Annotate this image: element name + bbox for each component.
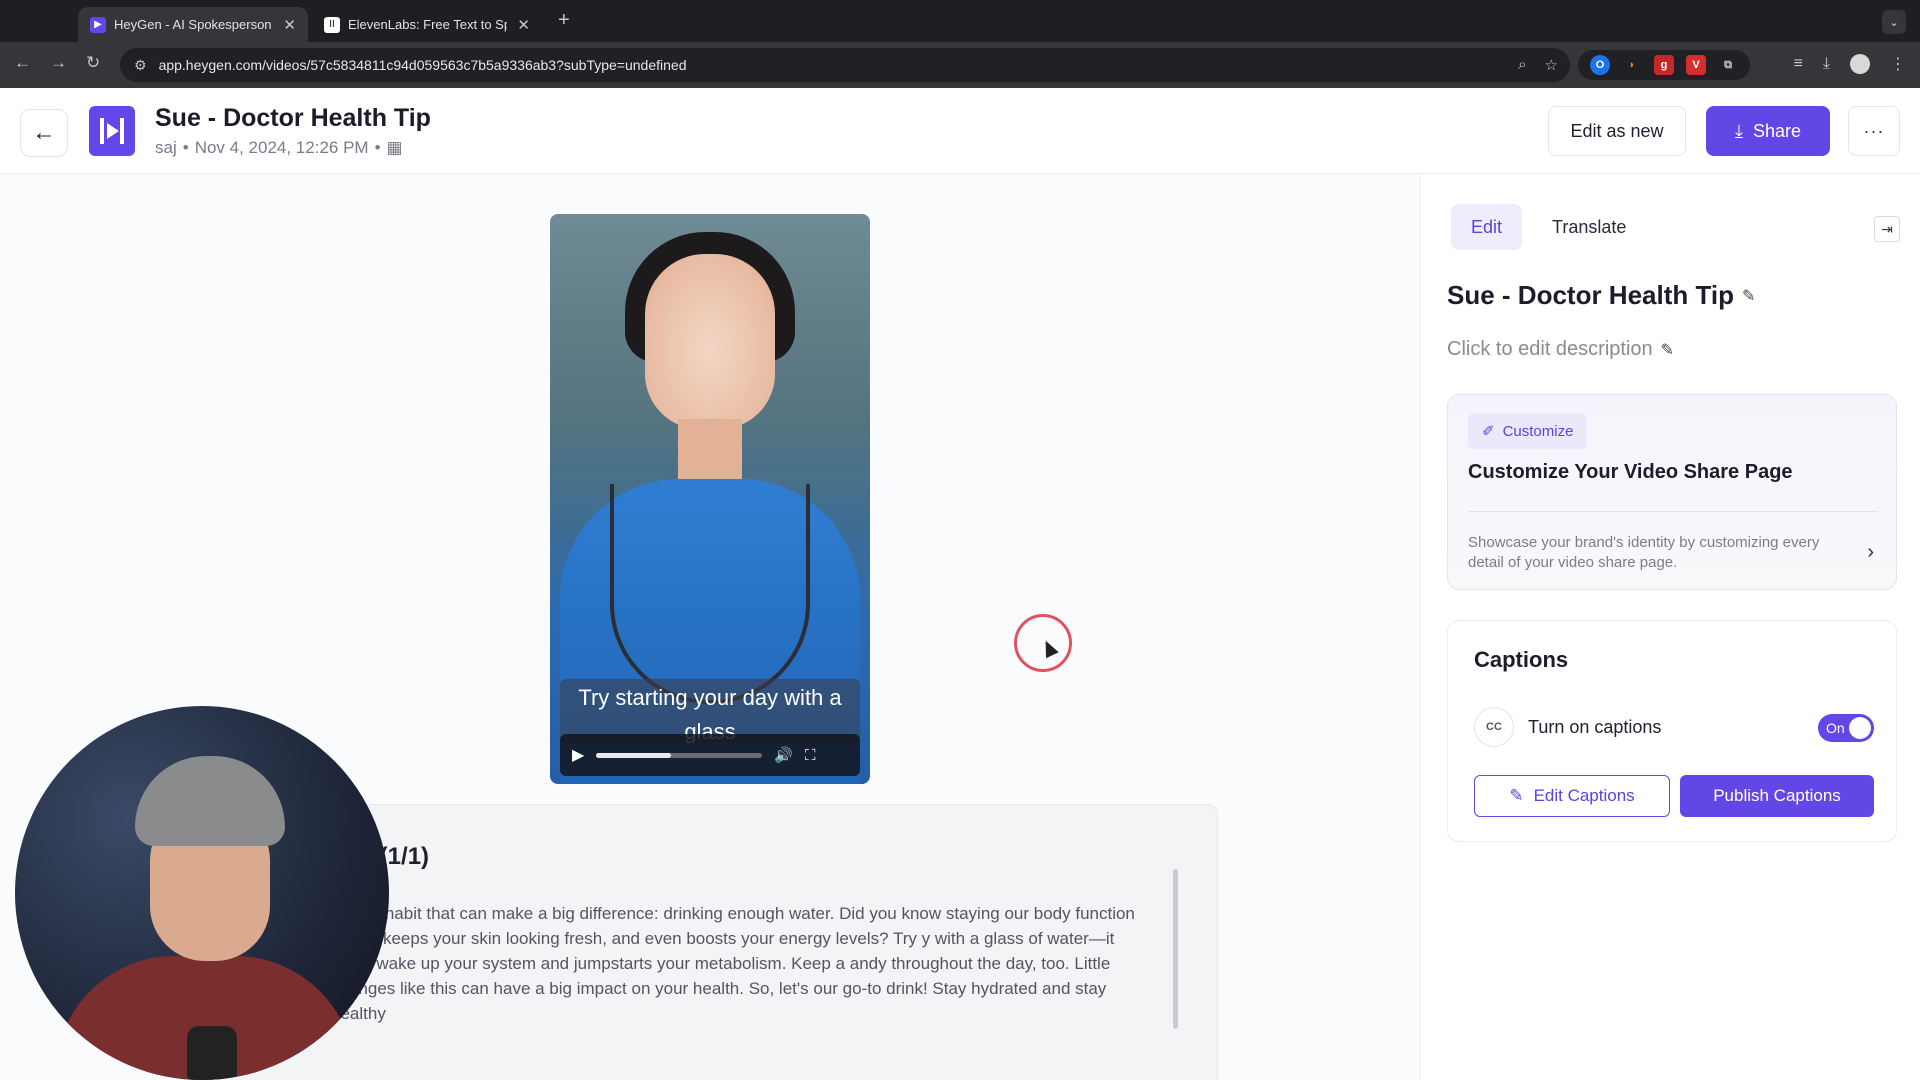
- customize-badge-label: Customize: [1502, 422, 1574, 440]
- created-date: Nov 4, 2024, 12:26 PM: [194, 138, 369, 157]
- author-name: saj: [155, 138, 177, 157]
- film-icon: ▦: [386, 138, 403, 157]
- panel-tabs: Edit Translate: [1451, 204, 1646, 250]
- tab-close-icon[interactable]: ✕: [517, 16, 530, 34]
- heygen-logo-icon: [89, 106, 135, 156]
- more-options-button[interactable]: ···: [1848, 106, 1900, 156]
- profile-avatar[interactable]: [1850, 54, 1870, 74]
- captions-toggle[interactable]: On: [1818, 714, 1874, 742]
- publish-captions-button[interactable]: Publish Captions: [1680, 775, 1874, 817]
- media-controls-icon[interactable]: ≡: [1794, 55, 1803, 73]
- tab-search-chevron-icon[interactable]: ⌄: [1882, 10, 1906, 34]
- extensions-puzzle-icon[interactable]: ⧉: [1718, 55, 1738, 75]
- tab-translate[interactable]: Translate: [1532, 204, 1646, 250]
- browser-tab-elevenlabs[interactable]: II ElevenLabs: Free Text to Speech ✕: [312, 7, 542, 42]
- volume-icon[interactable]: 🔊: [774, 746, 793, 764]
- customize-share-page-card[interactable]: ✐ Customize Customize Your Video Share P…: [1447, 394, 1897, 590]
- tab-close-icon[interactable]: ✕: [283, 16, 296, 34]
- download-icon: ⤓: [1734, 120, 1743, 141]
- video-controls: ▶ 🔊 ⛶: [560, 734, 860, 776]
- customize-description: Showcase your brand's identity by custom…: [1468, 534, 1820, 571]
- fullscreen-icon[interactable]: ⛶: [805, 747, 816, 764]
- back-arrow-icon[interactable]: ←: [14, 53, 31, 73]
- app-header: ← Sue - Doctor Health Tip saj • Nov 4, 2…: [0, 88, 1920, 174]
- video-progress-fill: [596, 752, 671, 758]
- video-player[interactable]: Try starting your day with a glass ▶ 🔊 ⛶: [550, 214, 870, 784]
- extensions-tray: O ◗ g V ⧉: [1578, 50, 1750, 80]
- heygen-favicon-icon: ▶: [90, 16, 106, 33]
- transcript-scrollbar[interactable]: [1173, 869, 1178, 1029]
- transcript-text: simple habit that can make a big differe…: [331, 904, 1135, 1023]
- divider: [1468, 511, 1878, 512]
- back-button[interactable]: ←: [20, 109, 68, 157]
- browser-menu-icon[interactable]: ⋮: [1890, 54, 1906, 74]
- edit-captions-button[interactable]: ✎ Edit Captions: [1474, 775, 1670, 817]
- presenter-webcam-overlay: [15, 706, 389, 1080]
- tab-title: ElevenLabs: Free Text to Speech: [348, 17, 507, 32]
- closed-captions-icon: CC: [1474, 707, 1514, 747]
- logo-mark-icon: [100, 118, 124, 144]
- new-tab-button[interactable]: +: [558, 9, 570, 32]
- panel-title-text: Sue - Doctor Health Tip: [1447, 280, 1734, 310]
- forward-arrow-icon[interactable]: →: [50, 53, 67, 73]
- edit-square-icon: ✎: [1509, 786, 1524, 805]
- tab-title: HeyGen - AI Spokesperson Video: [114, 17, 273, 32]
- edit-captions-label: Edit Captions: [1533, 786, 1635, 805]
- customize-heading: Customize Your Video Share Page: [1468, 461, 1793, 483]
- bookmark-star-icon[interactable]: ☆: [1545, 56, 1558, 74]
- chevron-right-icon[interactable]: ›: [1867, 541, 1874, 564]
- captions-toggle-row: CC Turn on captions On: [1474, 707, 1874, 747]
- site-settings-icon[interactable]: ⚙: [134, 57, 147, 74]
- edit-as-new-button[interactable]: Edit as new: [1548, 106, 1686, 156]
- password-manager-extension-icon[interactable]: O: [1590, 55, 1610, 75]
- video-frame: [645, 254, 775, 429]
- vidiq-extension-icon[interactable]: V: [1686, 55, 1706, 75]
- webcam-frame: [135, 756, 285, 846]
- description-placeholder: Click to edit description: [1447, 338, 1653, 360]
- meta-dot: •: [374, 138, 381, 157]
- meta-dot: •: [182, 138, 189, 157]
- tab-edit[interactable]: Edit: [1451, 204, 1523, 250]
- toggle-state-label: On: [1826, 720, 1845, 736]
- address-bar[interactable]: ⚙ app.heygen.com/videos/57c5834811c94d05…: [120, 48, 1570, 82]
- video-progress-bar[interactable]: [596, 752, 763, 758]
- reload-icon[interactable]: ↻: [86, 53, 100, 73]
- microphone-icon: [187, 1026, 237, 1080]
- play-icon[interactable]: ▶: [572, 745, 584, 765]
- captions-toggle-label: Turn on captions: [1528, 716, 1662, 737]
- browser-tab-bar: ▶ HeyGen - AI Spokesperson Video ✕ II El…: [0, 0, 1920, 42]
- description-field[interactable]: Click to edit description ✎: [1447, 338, 1674, 361]
- magic-wand-icon: ✐: [1482, 423, 1495, 440]
- download-icon[interactable]: ⤓: [1823, 55, 1830, 73]
- grammar-extension-icon[interactable]: g: [1654, 55, 1674, 75]
- elevenlabs-favicon-icon: II: [324, 16, 340, 33]
- video-meta: saj • Nov 4, 2024, 12:26 PM • ▦: [155, 138, 403, 158]
- captions-card: Captions CC Turn on captions On ✎ Edit C…: [1447, 620, 1897, 842]
- share-button[interactable]: ⤓ Share: [1706, 106, 1830, 156]
- panel-video-title[interactable]: Sue - Doctor Health Tip ✎: [1447, 280, 1755, 311]
- browser-toolbar: ← → ↻ ⚙ app.heygen.com/videos/57c5834811…: [0, 42, 1920, 88]
- url-text: app.heygen.com/videos/57c5834811c94d0595…: [158, 57, 687, 73]
- share-label: Share: [1752, 120, 1801, 141]
- collapse-panel-icon[interactable]: ⇥: [1874, 216, 1900, 242]
- zoom-icon[interactable]: ⌕: [1518, 56, 1526, 74]
- edit-pencil-icon[interactable]: ✎: [1661, 340, 1674, 360]
- captions-heading: Captions: [1474, 647, 1569, 672]
- edit-pencil-icon[interactable]: ✎: [1742, 286, 1755, 306]
- customize-badge: ✐ Customize: [1468, 413, 1588, 449]
- browser-tab-heygen[interactable]: ▶ HeyGen - AI Spokesperson Video ✕: [78, 7, 308, 42]
- toggle-knob: [1849, 717, 1871, 739]
- video-title: Sue - Doctor Health Tip: [155, 104, 431, 132]
- video-frame: [610, 484, 810, 704]
- right-panel: Edit Translate ⇥ Sue - Doctor Health Tip…: [1420, 174, 1920, 1080]
- extension-icon[interactable]: ◗: [1622, 55, 1642, 75]
